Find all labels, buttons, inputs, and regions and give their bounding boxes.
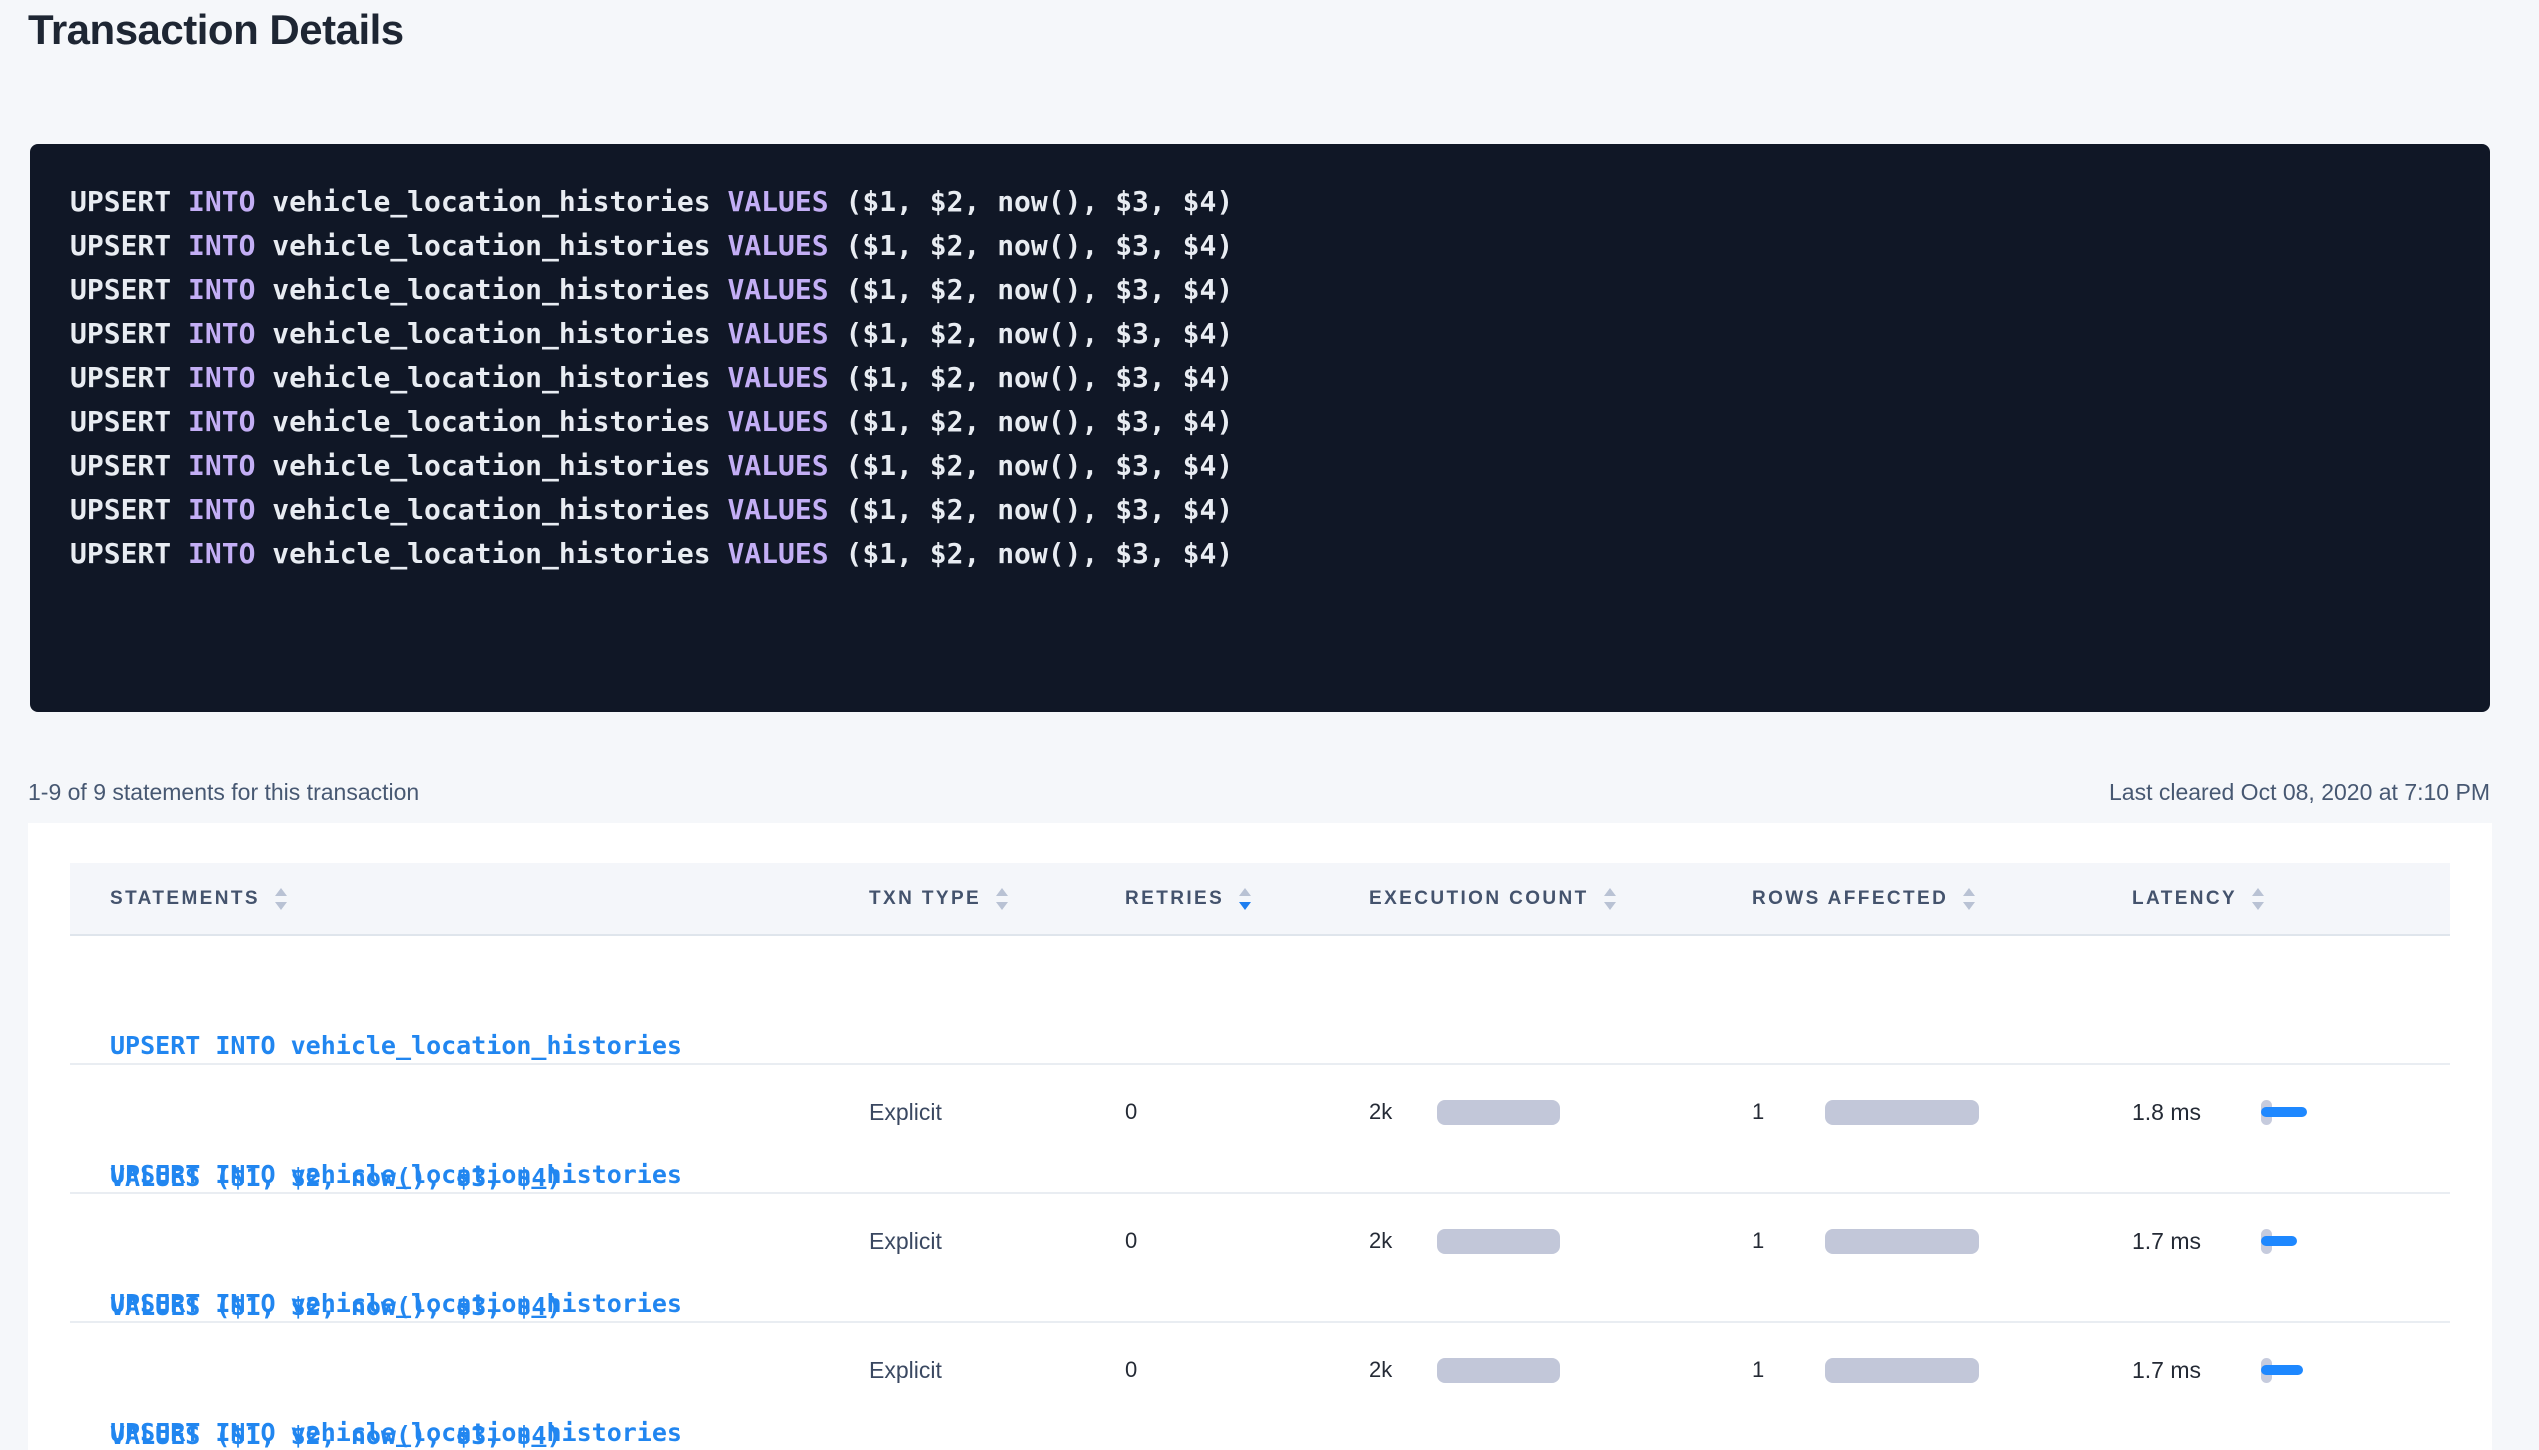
sort-asc-caret-icon — [1239, 888, 1251, 896]
rows-affected-value: 1 — [1752, 1357, 1825, 1383]
latency-chart — [2261, 1350, 2272, 1390]
sort-desc-caret-icon — [996, 902, 1008, 910]
statements-table: STATEMENTS TXN TYPE RETRIES EXECUTION CO… — [70, 863, 2450, 1450]
retries-cell: 0 — [1125, 1357, 1369, 1383]
latency-value: 1.7 ms — [2132, 1228, 2261, 1255]
table-body: UPSERT INTO vehicle_location_histories V… — [70, 936, 2450, 1450]
sort-icon[interactable] — [275, 888, 287, 910]
table-header-row: STATEMENTS TXN TYPE RETRIES EXECUTION CO… — [70, 863, 2450, 936]
sort-desc-caret-icon — [1239, 902, 1251, 910]
latency-bar — [2261, 1365, 2303, 1375]
sort-icon[interactable] — [2252, 888, 2264, 910]
latency-chart — [2261, 1221, 2272, 1261]
code-line: UPSERT INTO vehicle_location_histories V… — [70, 268, 2450, 312]
execution-count-value: 2k — [1369, 1228, 1437, 1254]
column-header-latency[interactable]: LATENCY — [2132, 888, 2450, 910]
column-header-rows-affected[interactable]: ROWS AFFECTED — [1752, 888, 2132, 910]
rows-affected-value: 1 — [1752, 1228, 1825, 1254]
sort-desc-caret-icon — [1604, 902, 1616, 910]
rows-affected-cell: 1 — [1752, 1099, 2132, 1125]
txn-type-cell: Explicit — [869, 1228, 1125, 1255]
sort-asc-caret-icon — [275, 888, 287, 896]
sort-asc-caret-icon — [1604, 888, 1616, 896]
sort-icon[interactable] — [1963, 888, 1975, 910]
retries-cell: 0 — [1125, 1099, 1369, 1125]
latency-chart — [2261, 1092, 2272, 1132]
sort-desc-caret-icon — [2252, 902, 2264, 910]
statement-link[interactable]: UPSERT INTO vehicle_location_histories V… — [110, 1323, 869, 1450]
code-line: UPSERT INTO vehicle_location_histories V… — [70, 532, 2450, 576]
rows-affected-bar — [1825, 1100, 1979, 1125]
rows-affected-bar — [1825, 1358, 1979, 1383]
table-row: UPSERT INTO vehicle_location_histories V… — [70, 936, 2450, 1065]
execution-count-bar — [1437, 1229, 1560, 1254]
transaction-statements-code-block: UPSERT INTO vehicle_location_histories V… — [30, 144, 2490, 712]
sort-icon[interactable] — [1239, 888, 1251, 910]
latency-cell: 1.8 ms — [2132, 1092, 2450, 1132]
latency-cell: 1.7 ms — [2132, 1221, 2450, 1261]
statement-cell: UPSERT INTO vehicle_location_histories V… — [70, 1323, 869, 1450]
sort-icon[interactable] — [996, 888, 1008, 910]
retries-cell: 0 — [1125, 1228, 1369, 1254]
code-line: UPSERT INTO vehicle_location_histories V… — [70, 400, 2450, 444]
table-row: UPSERT INTO vehicle_location_histories V… — [70, 1323, 2450, 1450]
execution-count-cell: 2k — [1369, 1099, 1752, 1125]
code-line: UPSERT INTO vehicle_location_histories V… — [70, 180, 2450, 224]
rows-affected-bar — [1825, 1229, 1979, 1254]
execution-count-bar — [1437, 1100, 1560, 1125]
execution-count-value: 2k — [1369, 1099, 1437, 1125]
sort-icon[interactable] — [1604, 888, 1616, 910]
column-header-retries[interactable]: RETRIES — [1125, 888, 1369, 910]
statements-table-card: STATEMENTS TXN TYPE RETRIES EXECUTION CO… — [28, 823, 2492, 1450]
sort-desc-caret-icon — [275, 902, 287, 910]
execution-count-cell: 2k — [1369, 1357, 1752, 1383]
latency-value: 1.8 ms — [2132, 1099, 2261, 1126]
rows-affected-cell: 1 — [1752, 1228, 2132, 1254]
latency-bar — [2261, 1236, 2297, 1246]
latency-value: 1.7 ms — [2132, 1357, 2261, 1384]
execution-count-value: 2k — [1369, 1357, 1437, 1383]
code-line: UPSERT INTO vehicle_location_histories V… — [70, 224, 2450, 268]
latency-cell: 1.7 ms — [2132, 1350, 2450, 1390]
sort-asc-caret-icon — [2252, 888, 2264, 896]
txn-type-cell: Explicit — [869, 1357, 1125, 1384]
txn-type-cell: Explicit — [869, 1099, 1125, 1126]
table-row: UPSERT INTO vehicle_location_histories V… — [70, 1194, 2450, 1323]
last-cleared-text: Last cleared Oct 08, 2020 at 7:10 PM — [2109, 779, 2490, 806]
latency-bar — [2261, 1107, 2307, 1117]
page-title: Transaction Details — [28, 6, 404, 54]
column-header-execution-count[interactable]: EXECUTION COUNT — [1369, 888, 1752, 910]
rows-affected-cell: 1 — [1752, 1357, 2132, 1383]
statements-count-text: 1-9 of 9 statements for this transaction — [28, 779, 419, 806]
execution-count-bar — [1437, 1358, 1560, 1383]
column-header-statements[interactable]: STATEMENTS — [70, 888, 869, 910]
code-line: UPSERT INTO vehicle_location_histories V… — [70, 488, 2450, 532]
code-line: UPSERT INTO vehicle_location_histories V… — [70, 356, 2450, 400]
execution-count-cell: 2k — [1369, 1228, 1752, 1254]
code-line: UPSERT INTO vehicle_location_histories V… — [70, 312, 2450, 356]
sort-asc-caret-icon — [996, 888, 1008, 896]
table-row: UPSERT INTO vehicle_location_histories V… — [70, 1065, 2450, 1194]
rows-affected-value: 1 — [1752, 1099, 1825, 1125]
code-line: UPSERT INTO vehicle_location_histories V… — [70, 444, 2450, 488]
summary-row: 1-9 of 9 statements for this transaction… — [28, 779, 2490, 806]
code-lines: UPSERT INTO vehicle_location_histories V… — [70, 180, 2450, 576]
sort-desc-caret-icon — [1963, 902, 1975, 910]
sort-asc-caret-icon — [1963, 888, 1975, 896]
column-header-txn-type[interactable]: TXN TYPE — [869, 888, 1125, 910]
